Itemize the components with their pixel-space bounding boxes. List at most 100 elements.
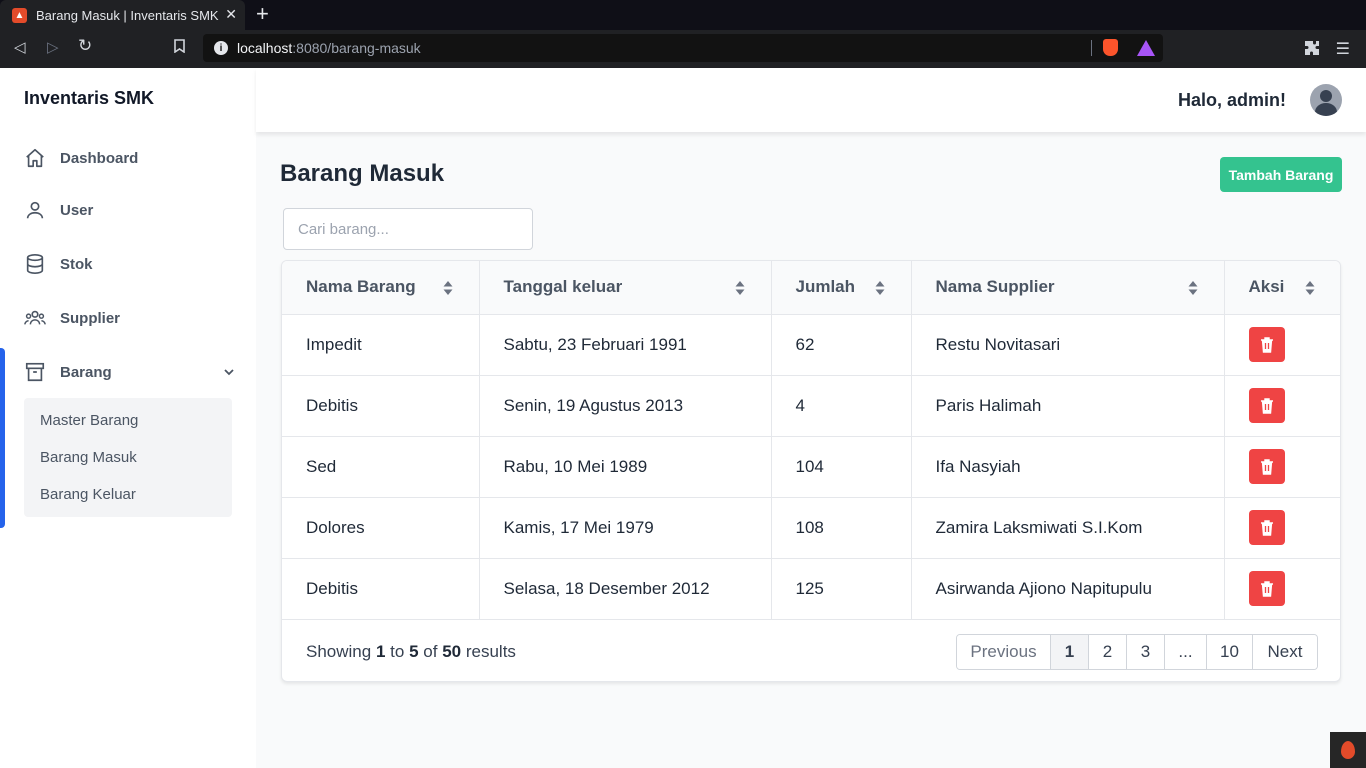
table-row: Impedit Sabtu, 23 Februari 1991 62 Restu…: [282, 314, 1340, 376]
showing-to-word: to: [390, 642, 405, 661]
delete-button[interactable]: [1248, 510, 1285, 545]
table-row: Dolores Kamis, 17 Mei 1979 108 Zamira La…: [282, 497, 1340, 559]
sidebar: Inventaris SMK Dashboard User Stok Suppl…: [0, 68, 256, 768]
site-info-icon[interactable]: i: [214, 41, 228, 55]
column-header-label: Jumlah: [795, 277, 856, 297]
sort-icon[interactable]: [443, 281, 453, 295]
address-bar[interactable]: i localhost:8080/barang-masuk: [203, 34, 1163, 62]
cell-tanggal: Rabu, 10 Mei 1989: [479, 436, 772, 498]
bookmark-icon[interactable]: [174, 39, 185, 57]
avatar[interactable]: [1310, 84, 1342, 116]
page-ellipsis: ...: [1165, 635, 1207, 669]
cell-supplier: Paris Halimah: [911, 375, 1225, 437]
forward-icon[interactable]: ▷: [47, 38, 59, 56]
back-icon[interactable]: ◁: [14, 38, 26, 56]
active-indicator: [0, 348, 5, 528]
sort-icon[interactable]: [735, 281, 745, 295]
sidebar-item-dashboard[interactable]: Dashboard: [24, 143, 234, 173]
cell-nama-barang: Debitis: [282, 375, 480, 437]
barang-masuk-table: Nama Barang Tanggal keluar Jumlah Nama S…: [281, 260, 1341, 682]
browser-toolbar: ◁ ▷ ↻ i localhost:8080/barang-masuk ☰: [0, 30, 1366, 68]
sidebar-subitem-barang-keluar[interactable]: Barang Keluar: [40, 486, 136, 503]
trash-icon: [1260, 458, 1273, 475]
cell-aksi: [1224, 436, 1340, 498]
sidebar-item-supplier[interactable]: Supplier: [24, 303, 234, 333]
page-button-1[interactable]: 1: [1051, 635, 1089, 669]
delete-button[interactable]: [1248, 571, 1285, 606]
add-barang-button[interactable]: Tambah Barang: [1220, 157, 1342, 192]
column-header-tanggal[interactable]: Tanggal keluar: [479, 261, 772, 315]
page-button-3[interactable]: 3: [1127, 635, 1165, 669]
home-icon: [24, 147, 46, 169]
cell-nama-barang: Sed: [282, 436, 480, 498]
new-tab-button[interactable]: +: [256, 3, 269, 25]
showing-to: 5: [409, 642, 419, 661]
cell-jumlah: 125: [771, 558, 912, 620]
column-header-supplier[interactable]: Nama Supplier: [911, 261, 1225, 315]
barang-submenu: Master Barang Barang Masuk Barang Keluar: [24, 398, 232, 517]
sort-icon[interactable]: [875, 281, 885, 295]
cell-tanggal: Kamis, 17 Mei 1979: [479, 497, 772, 559]
brave-rewards-icon[interactable]: [1137, 40, 1155, 56]
sidebar-item-label: Barang: [60, 363, 112, 381]
sidebar-subitem-master-barang[interactable]: Master Barang: [40, 412, 138, 429]
archive-icon: [24, 361, 46, 383]
previous-page-button[interactable]: Previous: [957, 635, 1051, 669]
sidebar-item-label: User: [60, 201, 94, 219]
column-header-aksi[interactable]: Aksi: [1224, 261, 1340, 315]
cell-jumlah: 4: [771, 375, 912, 437]
cell-aksi: [1224, 314, 1340, 376]
trash-icon: [1260, 519, 1273, 536]
sort-icon[interactable]: [1305, 281, 1315, 295]
sort-icon[interactable]: [1188, 281, 1198, 295]
showing-total: 50: [442, 642, 462, 661]
cell-jumlah: 62: [771, 314, 912, 376]
user-icon: [24, 199, 46, 221]
user-greeting: Halo, admin!: [1177, 90, 1286, 110]
page-button-10[interactable]: 10: [1207, 635, 1253, 669]
cell-supplier: Restu Novitasari: [911, 314, 1225, 376]
delete-button[interactable]: [1248, 388, 1285, 423]
showing-label: Showing: [306, 642, 372, 661]
trash-icon: [1260, 397, 1273, 414]
column-header-label: Tanggal keluar: [503, 277, 623, 297]
sidebar-item-user[interactable]: User: [24, 195, 234, 225]
delete-button[interactable]: [1248, 327, 1285, 362]
browser-tab[interactable]: ▲ Barang Masuk | Inventaris SMK ✕: [0, 0, 245, 30]
page-button-2[interactable]: 2: [1089, 635, 1127, 669]
browser-menu-icon[interactable]: ☰: [1336, 39, 1350, 59]
sidebar-item-stok[interactable]: Stok: [24, 249, 234, 279]
top-header: Halo, admin!: [256, 68, 1366, 132]
delete-button[interactable]: [1248, 449, 1285, 484]
codeigniter-favicon-icon: ▲: [12, 7, 27, 23]
table-row: Debitis Senin, 19 Agustus 2013 4 Paris H…: [282, 375, 1340, 437]
search-input[interactable]: [283, 208, 533, 250]
showing-results-word: results: [465, 642, 516, 661]
table-row: Sed Rabu, 10 Mei 1989 104 Ifa Nasyiah: [282, 436, 1340, 498]
trash-icon: [1260, 336, 1273, 353]
cell-nama-barang: Debitis: [282, 558, 480, 620]
flame-icon: [1341, 741, 1355, 759]
page-title: Barang Masuk: [280, 160, 445, 187]
codeigniter-debug-toolbar-icon[interactable]: [1330, 732, 1366, 768]
url-divider: [1091, 40, 1092, 56]
reload-icon[interactable]: ↻: [78, 36, 92, 56]
next-page-button[interactable]: Next: [1253, 635, 1317, 669]
sidebar-item-barang[interactable]: Barang: [24, 357, 234, 387]
showing-of-word: of: [423, 642, 438, 661]
column-header-nama-barang[interactable]: Nama Barang: [282, 261, 480, 315]
brave-shields-icon[interactable]: [1103, 39, 1118, 56]
avatar-head: [1320, 90, 1332, 102]
database-icon: [24, 253, 46, 275]
column-header-jumlah[interactable]: Jumlah: [771, 261, 912, 315]
pagination: Previous 1 2 3 ... 10 Next: [956, 634, 1318, 670]
column-header-label: Aksi: [1248, 277, 1285, 297]
sidebar-subitem-barang-masuk[interactable]: Barang Masuk: [40, 449, 137, 466]
cell-tanggal: Sabtu, 23 Februari 1991: [479, 314, 772, 376]
cell-tanggal: Selasa, 18 Desember 2012: [479, 558, 772, 620]
tab-close-icon[interactable]: ✕: [225, 6, 237, 23]
avatar-body: [1315, 103, 1337, 116]
url-path: :8080/barang-masuk: [292, 40, 421, 56]
extensions-icon[interactable]: [1304, 40, 1320, 60]
cell-supplier: Ifa Nasyiah: [911, 436, 1225, 498]
